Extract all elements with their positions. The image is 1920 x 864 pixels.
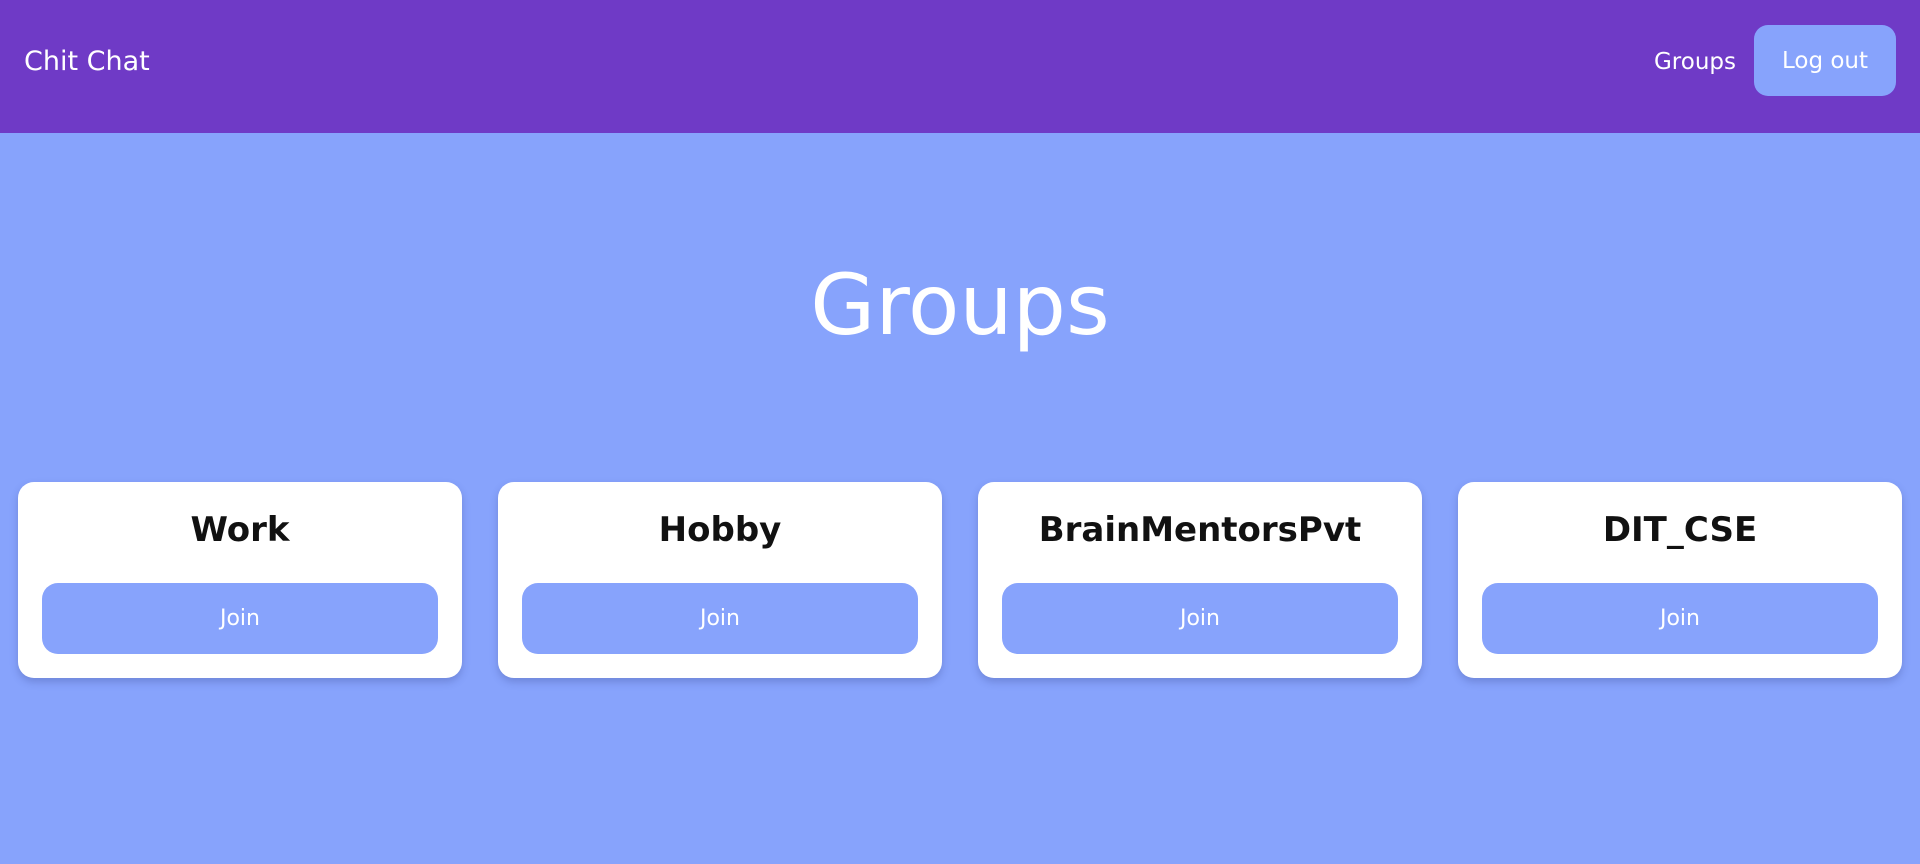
nav-link-groups[interactable]: Groups [1640,0,1750,124]
group-card-dit-cse: DIT_CSE Join [1458,482,1902,678]
group-card-list: Work Join Hobby Join BrainMentorsPvt Joi… [18,482,1902,678]
group-name: DIT_CSE [1602,510,1758,550]
group-card-work: Work Join [18,482,462,678]
join-button-brainmentorspvt[interactable]: Join [1002,583,1398,654]
group-card-hobby: Hobby Join [498,482,942,678]
page-title: Groups [810,256,1110,354]
brand-link[interactable]: Chit Chat [24,0,150,124]
join-button-hobby[interactable]: Join [522,583,918,654]
join-button-work[interactable]: Join [42,583,438,654]
group-card-brainmentorspvt: BrainMentorsPvt Join [978,482,1422,678]
group-name: Hobby [658,510,782,550]
group-name: Work [190,510,290,550]
group-name: BrainMentorsPvt [1038,510,1362,550]
join-button-dit-cse[interactable]: Join [1482,583,1878,654]
logout-button[interactable]: Log out [1754,25,1896,96]
navbar: Chit Chat Groups Log out [0,0,1920,133]
